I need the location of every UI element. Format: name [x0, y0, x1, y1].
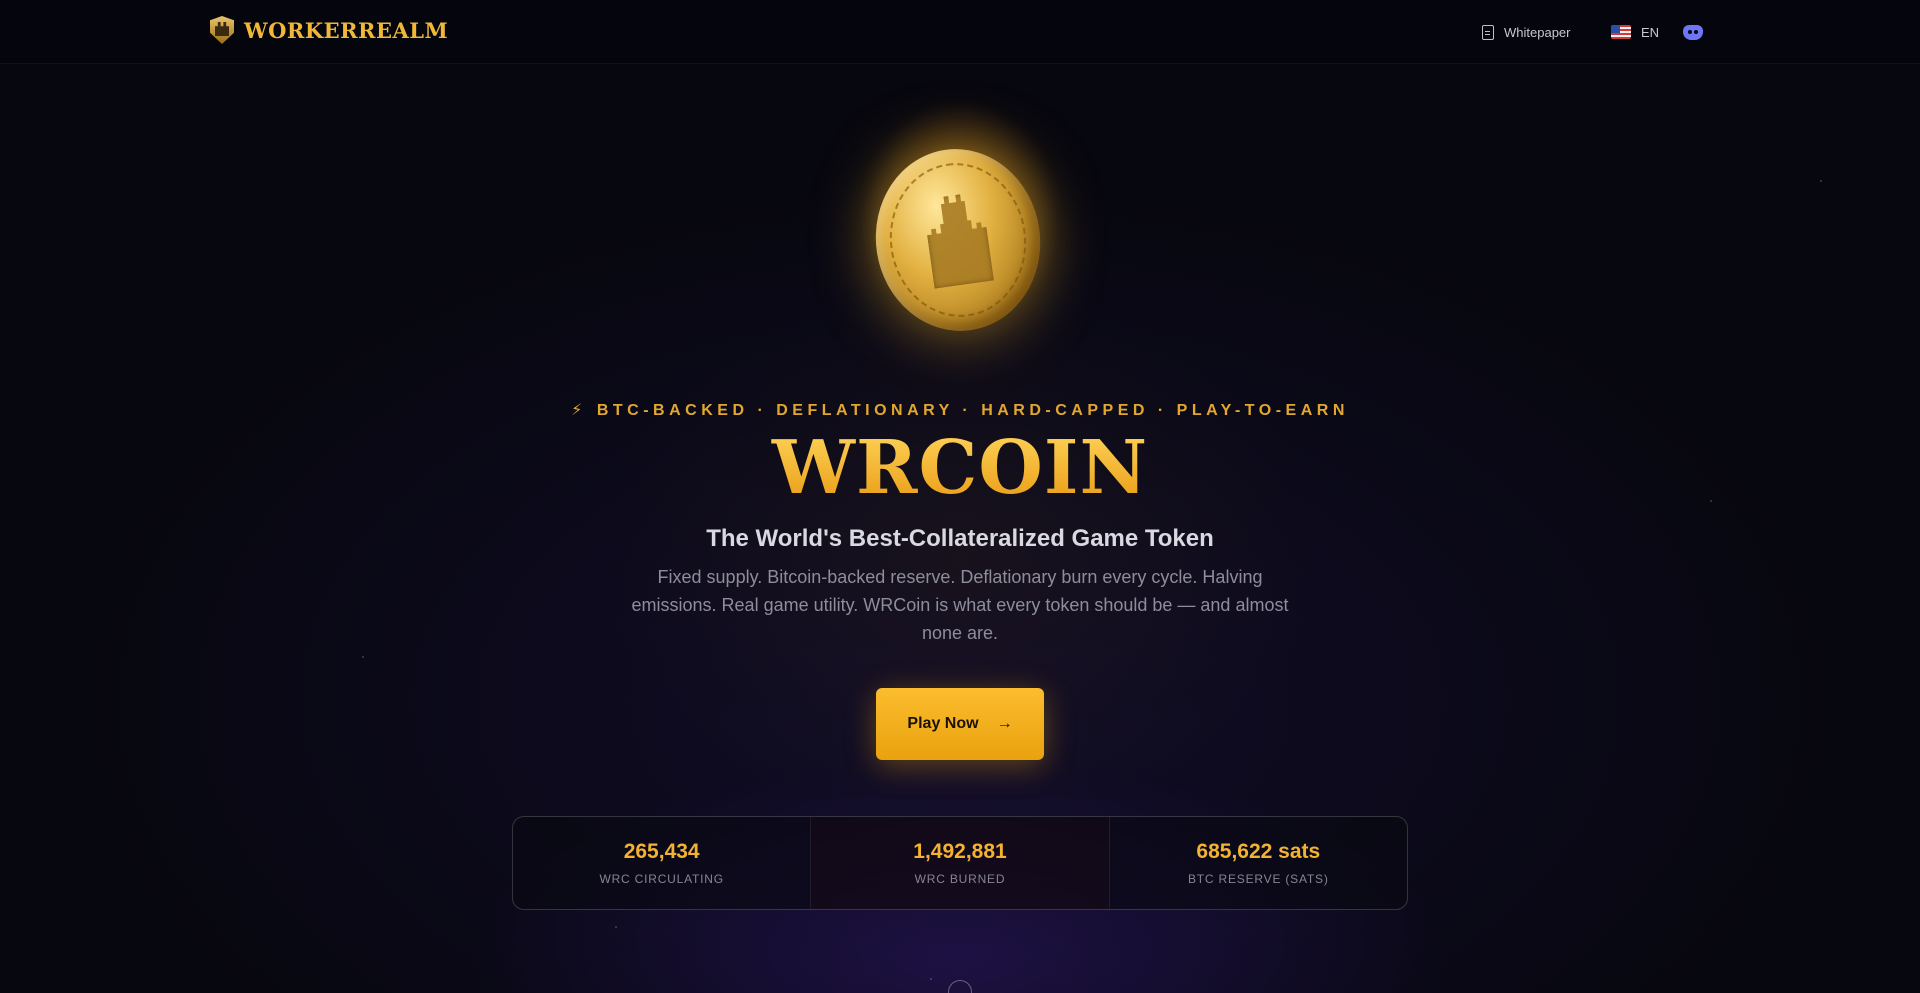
play-now-label: Play Now	[907, 715, 979, 732]
hero-tagline: ⚡ BTC-BACKED · DEFLATIONARY · HARD-CAPPED…	[0, 400, 1920, 420]
document-icon	[1482, 24, 1494, 40]
stat-circulating: 265,434 WRC CIRCULATING	[513, 817, 812, 909]
star-dot	[930, 978, 932, 980]
token-stats-panel: 265,434 WRC CIRCULATING 1,492,881 WRC BU…	[512, 816, 1408, 910]
lightning-bolt-icon: ⚡	[571, 402, 587, 419]
nav-links: Whitepaper EN	[0, 0, 1920, 64]
stat-value: 1,492,881	[913, 840, 1007, 863]
language-label: EN	[1641, 24, 1660, 40]
hero-description: Fixed supply. Bitcoin-backed reserve. De…	[631, 567, 1289, 643]
stat-value: 265,434	[623, 840, 700, 863]
language-selector[interactable]: EN	[1611, 0, 1659, 64]
stat-label: BTC RESERVE (SATS)	[1187, 872, 1329, 886]
hero-subtitle: The World's Best-Collateralized Game Tok…	[706, 525, 1214, 552]
stat-burned: 1,492,881 WRC BURNED	[811, 817, 1110, 909]
discord-link[interactable]	[1683, 0, 1703, 64]
whitepaper-link[interactable]: Whitepaper	[1482, 0, 1570, 64]
us-flag-icon	[1611, 25, 1631, 39]
star-dot	[615, 926, 617, 928]
play-now-button[interactable]: Play Now →	[876, 688, 1044, 760]
top-navbar: WORKERREALM Whitepaper EN	[0, 0, 1920, 64]
stat-label: WRC CIRCULATING	[599, 872, 724, 886]
star-dot	[1820, 180, 1822, 182]
stat-label: WRC BURNED	[914, 872, 1006, 886]
stat-btc-reserve: 685,622 sats BTC RESERVE (SATS)	[1110, 817, 1407, 909]
hero-title: WRCOIN	[0, 428, 1920, 508]
arrow-right-icon: →	[996, 715, 1013, 732]
star-dot	[362, 656, 364, 658]
discord-icon	[1683, 24, 1703, 40]
stat-value: 685,622 sats	[1196, 840, 1321, 863]
whitepaper-label: Whitepaper	[1504, 24, 1571, 40]
tagline-text: BTC-BACKED · DEFLATIONARY · HARD-CAPPED …	[596, 402, 1349, 419]
